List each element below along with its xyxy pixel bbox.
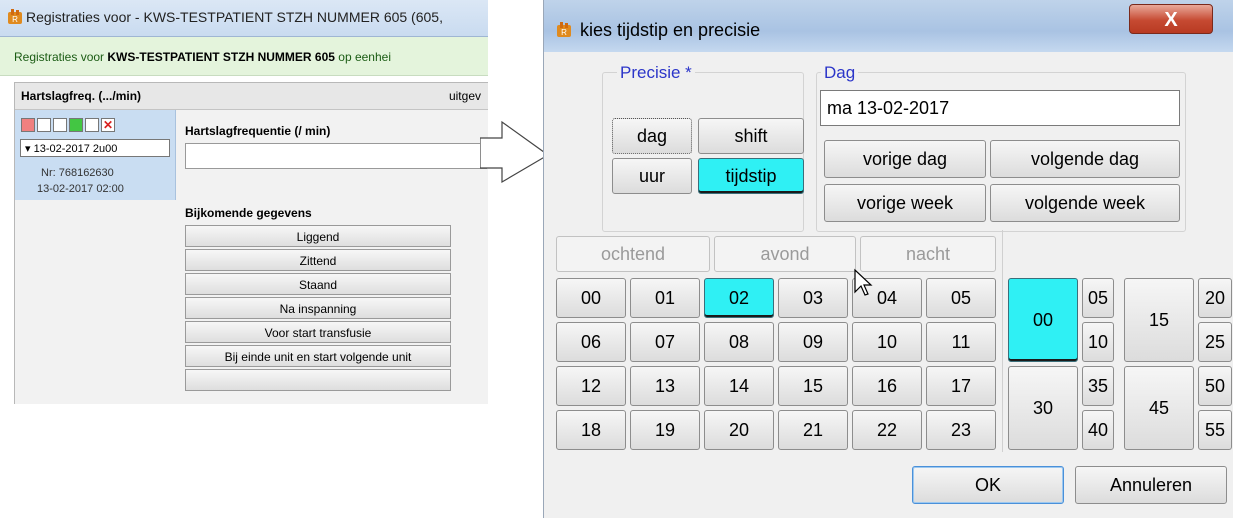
hour-button-11[interactable]: 11 (926, 322, 996, 362)
app-icon: R (557, 22, 571, 37)
heart-rate-input[interactable] (185, 143, 487, 169)
banner-patient-name: KWS-TESTPATIENT STZH NUMMER 605 (107, 50, 335, 64)
registration-toolbar: ✕ (21, 118, 115, 134)
before-transfusion-button[interactable]: Voor start transfusie (185, 321, 451, 343)
registration-timestamp: 13-02-2017 02:00 (37, 183, 124, 195)
next-day-button[interactable]: volgende dag (990, 140, 1180, 178)
shift-morning-button[interactable]: ochtend (556, 236, 710, 272)
time-precision-dialog: R kies tijdstip en precisie X Precisie *… (543, 0, 1233, 518)
shift-evening-button[interactable]: avond (714, 236, 856, 272)
minute-button-20[interactable]: 20 (1198, 278, 1232, 318)
hour-button-14[interactable]: 14 (704, 366, 774, 406)
hour-button-07[interactable]: 07 (630, 322, 700, 362)
after-exercise-button[interactable]: Na inspanning (185, 297, 451, 319)
patient-banner: Registraties voor KWS-TESTPATIENT STZH N… (0, 37, 488, 76)
hour-button-13[interactable]: 13 (630, 366, 700, 406)
minute-button-40[interactable]: 40 (1082, 410, 1114, 450)
registration-entry: ✕ ▾ 13-02-2017 2u00 Nr: 768162630 13-02-… (15, 110, 176, 200)
svg-text:R: R (561, 28, 567, 37)
minute-button-45[interactable]: 45 (1124, 366, 1194, 450)
registration-panel-right-label: uitgev (448, 89, 481, 103)
app-icon: R (8, 9, 22, 24)
dialog-titlebar[interactable]: R kies tijdstip en precisie X (544, 0, 1233, 52)
precision-timestamp-button[interactable]: tijdstip (698, 158, 804, 194)
background-window-title: Registraties voor - KWS-TESTPATIENT STZH… (26, 9, 443, 25)
precision-hour-button[interactable]: uur (612, 158, 692, 194)
cancel-button[interactable]: Annuleren (1075, 466, 1227, 504)
heart-rate-label: Hartslagfrequentie (/ min) (185, 124, 331, 138)
precision-day-button[interactable]: dag (612, 118, 692, 154)
stop-icon[interactable] (37, 118, 51, 132)
end-unit-start-next-button[interactable]: Bij einde unit en start volgende unit (185, 345, 451, 367)
lying-button[interactable]: Liggend (185, 225, 451, 247)
day-group-title: Dag (821, 63, 859, 83)
hour-button-00[interactable]: 00 (556, 278, 626, 318)
hour-button-18[interactable]: 18 (556, 410, 626, 450)
patient-banner-text: Registraties voor KWS-TESTPATIENT STZH N… (14, 50, 391, 64)
hour-button-16[interactable]: 16 (852, 366, 922, 406)
hour-button-10[interactable]: 10 (852, 322, 922, 362)
minute-button-35[interactable]: 35 (1082, 366, 1114, 406)
hour-button-08[interactable]: 08 (704, 322, 774, 362)
ok-button[interactable]: OK (912, 466, 1064, 504)
minus-icon[interactable] (21, 118, 35, 132)
minute-button-50[interactable]: 50 (1198, 366, 1232, 406)
mouse-cursor-icon (854, 268, 873, 296)
registration-panel-header: Hartslagfreq. (.../min) uitgev (15, 83, 488, 110)
precision-group-title: Precisie * (617, 63, 695, 83)
additional-data-title: Bijkomende gegevens (185, 206, 312, 220)
background-titlebar[interactable]: R Registraties voor - KWS-TESTPATIENT ST… (0, 0, 488, 37)
hour-button-22[interactable]: 22 (852, 410, 922, 450)
standing-button[interactable]: Staand (185, 273, 451, 295)
svg-text:R: R (12, 15, 18, 24)
minute-button-55[interactable]: 55 (1198, 410, 1232, 450)
extra-button-partial[interactable] (185, 369, 451, 391)
shift-night-button[interactable]: nacht (860, 236, 996, 272)
minute-button-15[interactable]: 15 (1124, 278, 1194, 362)
refresh-icon[interactable] (53, 118, 67, 132)
hour-button-15[interactable]: 15 (778, 366, 848, 406)
hour-button-01[interactable]: 01 (630, 278, 700, 318)
callout-arrow (480, 120, 550, 184)
minute-button-10[interactable]: 10 (1082, 322, 1114, 362)
minute-button-05[interactable]: 05 (1082, 278, 1114, 318)
next-week-button[interactable]: volgende week (990, 184, 1180, 222)
hour-button-12[interactable]: 12 (556, 366, 626, 406)
background-window: R Registraties voor - KWS-TESTPATIENT ST… (0, 0, 488, 404)
hour-button-20[interactable]: 20 (704, 410, 774, 450)
previous-day-button[interactable]: vorige dag (824, 140, 986, 178)
banner-prefix: Registraties voor (14, 50, 108, 64)
hour-button-19[interactable]: 19 (630, 410, 700, 450)
close-button[interactable]: X (1129, 4, 1213, 34)
dialog-title: kies tijdstip en precisie (580, 20, 761, 40)
flag-icon[interactable] (69, 118, 83, 132)
hour-button-06[interactable]: 06 (556, 322, 626, 362)
registration-number: Nr: 768162630 (41, 167, 114, 179)
minute-button-00[interactable]: 00 (1008, 278, 1078, 362)
hour-button-03[interactable]: 03 (778, 278, 848, 318)
hour-button-23[interactable]: 23 (926, 410, 996, 450)
previous-week-button[interactable]: vorige week (824, 184, 986, 222)
info-icon[interactable] (85, 118, 99, 132)
delete-icon[interactable]: ✕ (101, 118, 115, 132)
minute-button-30[interactable]: 30 (1008, 366, 1078, 450)
registration-date-dropdown[interactable]: ▾ 13-02-2017 2u00 (20, 139, 170, 157)
day-input[interactable]: ma 13-02-2017 (820, 90, 1180, 126)
hour-button-21[interactable]: 21 (778, 410, 848, 450)
banner-suffix: op eenhei (334, 50, 391, 64)
hour-button-09[interactable]: 09 (778, 322, 848, 362)
registration-panel-title: Hartslagfreq. (.../min) (21, 89, 142, 103)
hour-button-05[interactable]: 05 (926, 278, 996, 318)
sitting-button[interactable]: Zittend (185, 249, 451, 271)
precision-shift-button[interactable]: shift (698, 118, 804, 154)
hour-button-02[interactable]: 02 (704, 278, 774, 318)
hour-button-17[interactable]: 17 (926, 366, 996, 406)
registration-panel: Hartslagfreq. (.../min) uitgev ✕ ▾ 13-02… (14, 82, 488, 404)
minute-button-25[interactable]: 25 (1198, 322, 1232, 362)
